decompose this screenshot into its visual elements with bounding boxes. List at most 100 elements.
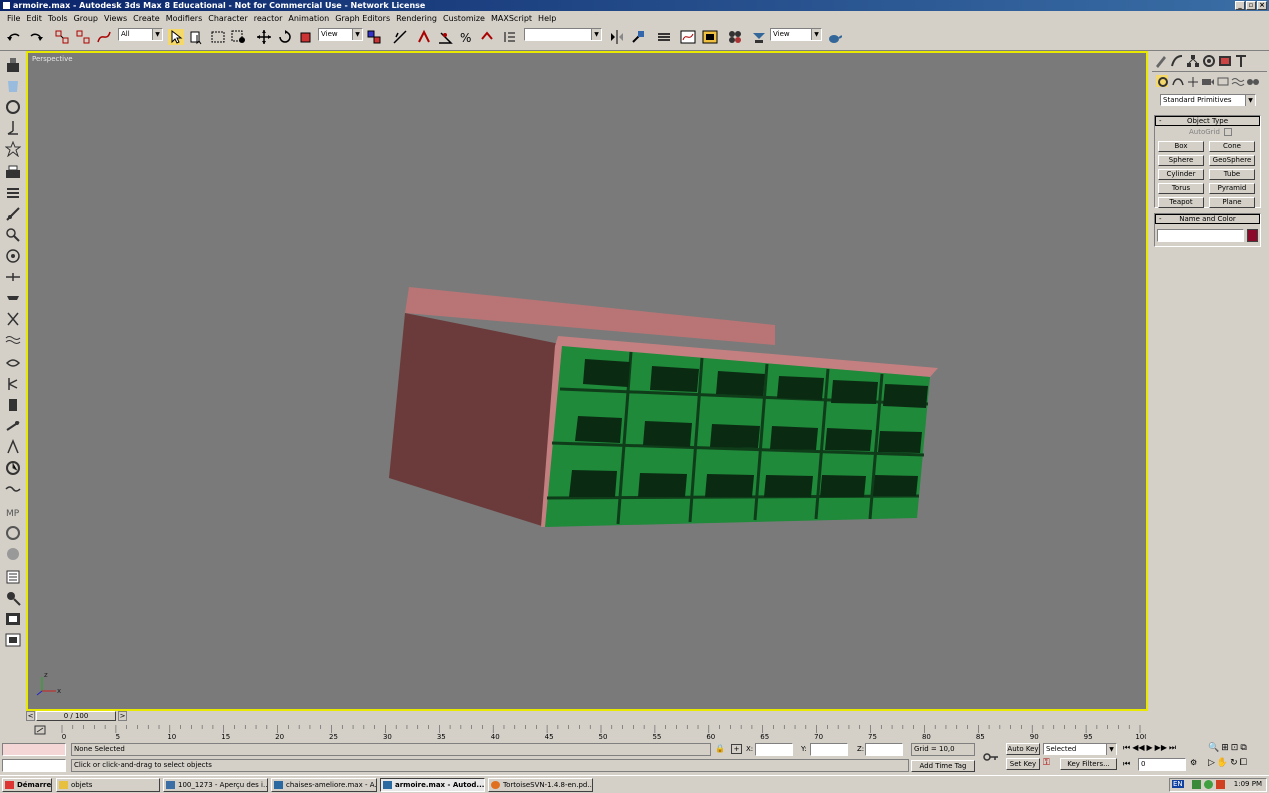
create-tab-icon[interactable] — [1154, 54, 1168, 68]
rectangular-selection-icon[interactable] — [210, 29, 226, 45]
language-indicator[interactable]: EN — [1172, 780, 1184, 788]
drawer-handle[interactable] — [764, 475, 813, 497]
unlink-selection-icon[interactable] — [75, 29, 91, 45]
name-and-color-header[interactable]: - Name and Color — [1155, 214, 1260, 224]
named-selection-dropdown[interactable]: ▼ — [524, 28, 602, 41]
reference-coordinate-dropdown[interactable]: View ▼ — [318, 28, 363, 41]
zoom-all-icon[interactable]: ⊞ — [1221, 743, 1229, 755]
rigid-body-collection-icon[interactable] — [5, 57, 21, 73]
menu-character[interactable]: Character — [205, 14, 251, 23]
cylinder-button[interactable]: Cylinder — [1158, 169, 1204, 180]
mini-curve-editor-icon[interactable] — [34, 724, 46, 736]
create-animation-icon[interactable] — [5, 569, 21, 585]
spinner-snap-icon[interactable] — [479, 29, 495, 45]
rope-collection-icon[interactable] — [5, 120, 21, 136]
select-and-manipulate-icon[interactable] — [392, 29, 408, 45]
motor-icon[interactable] — [5, 227, 21, 243]
menu-tools[interactable]: Tools — [45, 14, 71, 23]
selection-filter-dropdown[interactable]: All ▼ — [118, 28, 163, 41]
space-warps-icon[interactable] — [1231, 75, 1245, 87]
hinge-constraint-icon[interactable] — [5, 376, 21, 392]
maxscript-listener-pink[interactable] — [2, 743, 66, 756]
align-icon[interactable] — [630, 29, 646, 45]
prismatic-constraint-icon[interactable] — [5, 418, 21, 434]
z-coordinate-field[interactable] — [865, 743, 903, 756]
drawer-handle[interactable] — [643, 421, 692, 447]
zoom-icon[interactable]: 🔍 — [1208, 743, 1219, 755]
render-type-dropdown[interactable]: View ▼ — [770, 28, 822, 41]
key-icon[interactable] — [983, 749, 999, 765]
redo-icon[interactable] — [28, 29, 44, 45]
constraint-solver-icon[interactable] — [5, 332, 21, 348]
drawer-handle[interactable] — [583, 359, 630, 387]
select-object-icon[interactable] — [168, 29, 184, 45]
menu-file[interactable]: File — [4, 14, 23, 23]
play-icon[interactable]: ▶ — [1147, 743, 1153, 755]
menu-views[interactable]: Views — [101, 14, 130, 23]
menu-group[interactable]: Group — [71, 14, 101, 23]
angle-snap-icon[interactable] — [437, 29, 453, 45]
utilities-tab-icon[interactable] — [1234, 54, 1248, 68]
convexity-test-icon[interactable] — [5, 546, 21, 562]
rag-doll-constraint-icon[interactable] — [5, 355, 21, 371]
time-slider-thumb[interactable]: 0 / 100 — [36, 711, 116, 721]
pivot-center-icon[interactable] — [366, 29, 382, 45]
cloth-collection-icon[interactable] — [5, 78, 21, 94]
snaps-toggle-icon[interactable] — [416, 29, 432, 45]
display-icon[interactable] — [5, 611, 21, 627]
task-photo-viewer[interactable]: 100_1273 - Aperçu des i... — [163, 778, 268, 792]
point-to-point-icon[interactable] — [5, 397, 21, 413]
drawer-handle[interactable] — [650, 366, 699, 392]
current-frame-field[interactable]: 0 — [1138, 758, 1186, 771]
object-color-swatch[interactable] — [1247, 229, 1258, 242]
percent-snap-icon[interactable]: % — [458, 29, 474, 45]
tube-button[interactable]: Tube — [1209, 169, 1255, 180]
cameras-icon[interactable] — [1201, 75, 1214, 87]
add-time-tag-button[interactable]: Add Time Tag — [911, 760, 975, 772]
menu-rendering[interactable]: Rendering — [393, 14, 440, 23]
time-configuration-icon[interactable]: ⚙ — [1190, 758, 1202, 770]
next-frame-icon[interactable]: ▶▶ — [1155, 743, 1167, 755]
maximize-viewport-icon[interactable]: ⧠ — [1240, 758, 1247, 770]
key-mode-toggle-icon[interactable]: ⏮ — [1123, 759, 1135, 771]
autogrid-checkbox[interactable] — [1224, 128, 1232, 136]
drawer-handle[interactable] — [777, 376, 824, 400]
curve-editor-icon[interactable] — [680, 29, 696, 45]
go-to-start-icon[interactable]: ⏮ — [1123, 743, 1130, 755]
sphere-button[interactable]: Sphere — [1158, 155, 1204, 166]
material-editor-icon[interactable] — [727, 29, 743, 45]
auto-key-button[interactable]: Auto Key — [1006, 743, 1040, 755]
network-icon[interactable] — [1204, 780, 1213, 789]
layer-manager-icon[interactable] — [656, 29, 672, 45]
motion-tab-icon[interactable] — [1202, 54, 1216, 68]
drawer-handle[interactable] — [820, 475, 866, 497]
render-scene-icon[interactable] — [751, 29, 767, 45]
analyze-world-icon[interactable] — [5, 525, 21, 541]
schematic-view-icon[interactable] — [702, 29, 718, 45]
open-property-editor-icon[interactable]: MP — [5, 504, 21, 520]
plane-button[interactable]: Plane — [1209, 197, 1255, 208]
menu-customize[interactable]: Customize — [440, 14, 488, 23]
drawer-handle[interactable] — [825, 428, 872, 451]
teapot-button[interactable]: Teapot — [1158, 197, 1204, 208]
fracture-object-icon[interactable] — [5, 481, 21, 497]
chevron-right-icon[interactable]: > — [118, 711, 127, 721]
bind-to-space-warp-icon[interactable] — [96, 29, 112, 45]
menu-graph-editors[interactable]: Graph Editors — [332, 14, 393, 23]
point-path-icon[interactable] — [5, 460, 21, 476]
dashpot-icon[interactable] — [5, 206, 21, 222]
drawer-handle[interactable] — [831, 380, 878, 404]
edit-named-selection-icon[interactable] — [502, 29, 518, 45]
absolute-mode-icon[interactable]: + — [731, 744, 742, 754]
perspective-viewport[interactable]: Perspective z x — [26, 51, 1148, 711]
undo-icon[interactable] — [6, 29, 22, 45]
drawer-handle[interactable] — [569, 470, 617, 497]
select-by-name-icon[interactable] — [189, 29, 205, 45]
wind-icon[interactable] — [5, 248, 21, 264]
task-objets[interactable]: objets — [56, 778, 160, 792]
box-button[interactable]: Box — [1158, 141, 1204, 152]
drawer-handle[interactable] — [575, 416, 622, 443]
select-and-rotate-icon[interactable] — [277, 29, 293, 45]
quick-render-teapot-icon[interactable] — [826, 29, 842, 45]
fracture-icon[interactable] — [5, 290, 21, 306]
